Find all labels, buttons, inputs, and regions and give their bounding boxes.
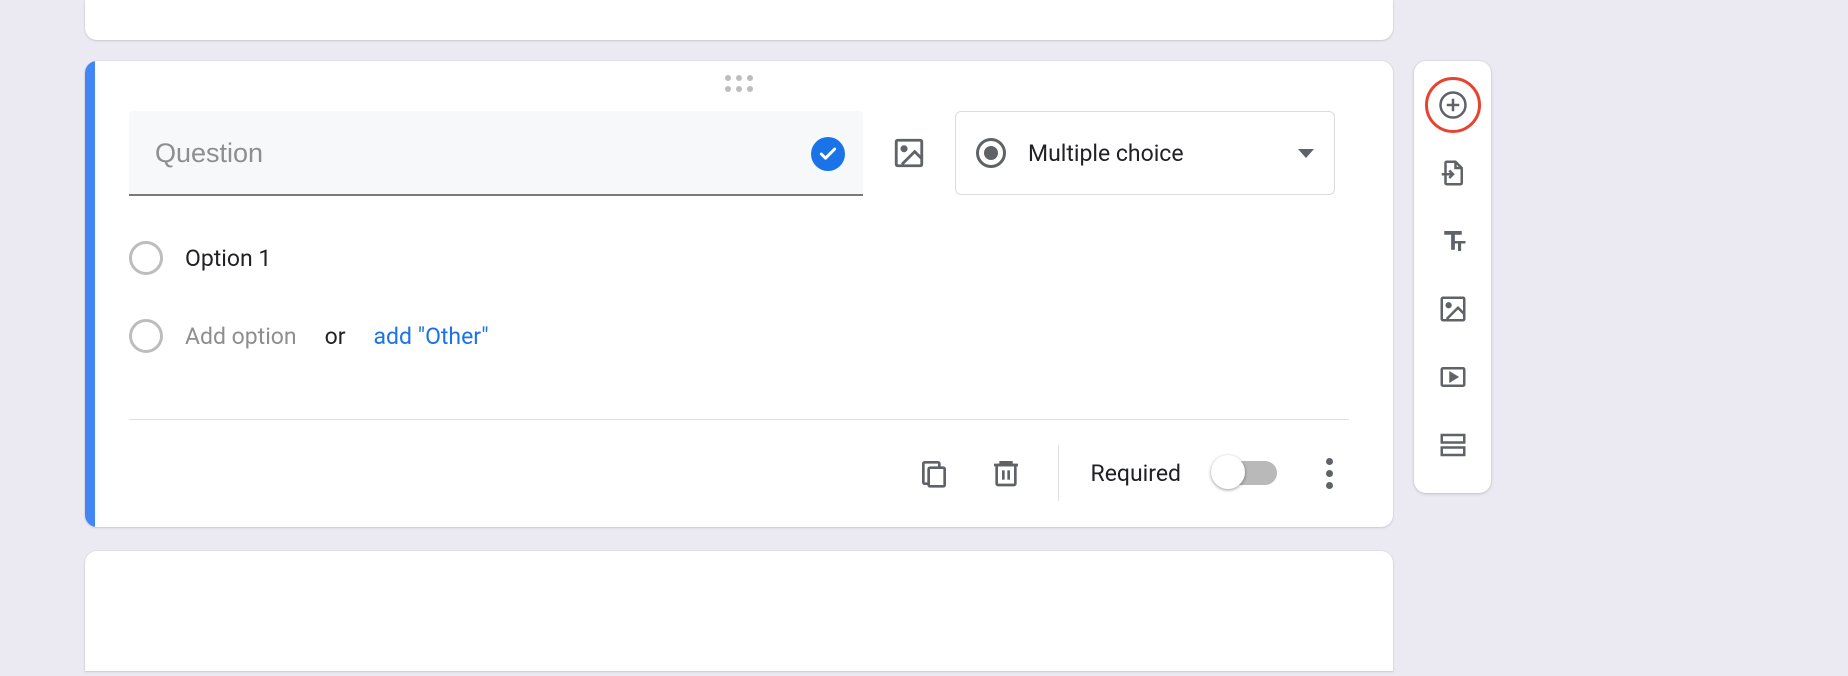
duplicate-icon [918,457,950,489]
chevron-down-icon [1298,149,1314,158]
add-image-button[interactable] [889,133,929,173]
next-card-peek [85,551,1393,671]
text-icon [1438,226,1468,256]
add-video-button[interactable] [1425,349,1481,405]
previous-card-peek [85,0,1393,40]
radio-outline-icon [129,319,163,353]
selected-accent-bar [85,61,95,527]
required-label: Required [1091,460,1181,487]
video-icon [1438,362,1468,392]
add-option-button[interactable]: Add option [185,323,297,350]
input-underline [129,194,863,196]
option-label[interactable]: Option 1 [185,245,271,272]
vertical-divider [1058,445,1059,501]
add-question-button[interactable] [1425,77,1481,133]
section-icon [1438,430,1468,460]
question-input-container [129,111,863,196]
drag-handle-icon[interactable] [725,75,753,92]
required-toggle[interactable] [1213,461,1277,485]
side-toolbar [1414,61,1491,493]
toggle-knob [1211,455,1245,489]
add-image-toolbar-button[interactable] [1425,281,1481,337]
question-title-input[interactable] [129,111,863,196]
question-card: Multiple choice Option 1 Add option or a… [85,61,1393,527]
or-text: or [325,323,346,350]
add-title-button[interactable] [1425,213,1481,269]
add-section-button[interactable] [1425,417,1481,473]
plus-circle-icon [1438,90,1468,120]
import-questions-button[interactable] [1425,145,1481,201]
question-row: Multiple choice [129,111,1349,196]
suggestions-chip[interactable] [811,137,845,171]
checkmark-icon [818,144,838,164]
option-row[interactable]: Option 1 [129,241,489,275]
more-options-button[interactable] [1309,453,1349,493]
question-type-label: Multiple choice [1028,140,1276,167]
add-option-row: Add option or add "Other" [129,319,489,353]
question-footer: Required [914,419,1349,527]
image-icon [892,136,926,170]
radio-outline-icon [129,241,163,275]
image-icon [1438,294,1468,324]
trash-icon [990,457,1022,489]
question-type-dropdown[interactable]: Multiple choice [955,111,1335,195]
duplicate-button[interactable] [914,453,954,493]
add-other-button[interactable]: add "Other" [374,323,489,350]
import-file-icon [1438,158,1468,188]
radio-icon [976,138,1006,168]
delete-button[interactable] [986,453,1026,493]
options-list: Option 1 Add option or add "Other" [129,241,489,397]
